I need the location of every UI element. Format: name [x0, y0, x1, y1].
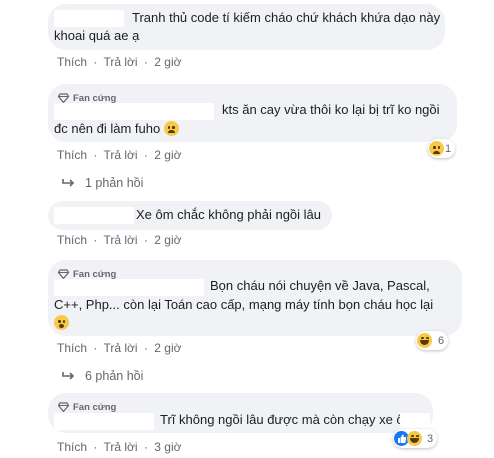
comment-text-line: Tranh thủ code tí kiếm cháo chứ khách kh… [132, 10, 441, 25]
comment-bubble-1: Tranh thủ code tí kiếm cháo chứ khách kh… [48, 4, 445, 50]
replies-label: 6 phản hồi [85, 369, 144, 383]
like-link[interactable]: Thích [57, 55, 87, 69]
replies-label: 1 phản hồi [85, 176, 144, 190]
separator: · [93, 55, 98, 69]
view-replies-link[interactable]: 6 phản hồi [62, 369, 143, 383]
like-link[interactable]: Thích [57, 148, 87, 162]
comment-text-line: Xe ôm chắc không phải ngồi lâu [136, 207, 322, 222]
reaction-summary[interactable]: 3 [393, 429, 438, 448]
reply-link[interactable]: Trả lời [103, 148, 137, 162]
reaction-summary[interactable]: 6 [416, 331, 449, 350]
badge-label: Fan cứng [73, 401, 117, 413]
reply-link[interactable]: Trả lời [103, 233, 137, 247]
timestamp-link[interactable]: 2 giờ [154, 233, 181, 247]
diamond-icon [58, 269, 69, 279]
timestamp-link[interactable]: 3 giờ [154, 440, 181, 454]
timestamp-link[interactable]: 2 giờ [154, 148, 181, 162]
comment-bubble-4: Fan cứng Bọn cháu nói chuyện về Java, Pa… [48, 260, 462, 336]
diamond-icon [58, 402, 69, 412]
reply-arrow-icon [62, 178, 75, 187]
like-link[interactable]: Thích [57, 440, 87, 454]
badge-label: Fan cứng [73, 268, 117, 280]
separator: · [93, 148, 98, 162]
comment-text-line: khoai quá ae ạ [54, 28, 140, 43]
diamond-icon [58, 93, 69, 103]
comment-actions: Thích · Trả lời · 2 giờ [57, 341, 181, 355]
reply-link[interactable]: Trả lời [103, 55, 137, 69]
comment-actions: Thích · Trả lời · 2 giờ [57, 233, 181, 247]
comment-actions: Thích · Trả lời · 2 giờ [57, 148, 181, 162]
like-link[interactable]: Thích [57, 341, 87, 355]
comment-text-line: C++, Php... còn lại Toán cao cấp, mạng m… [54, 297, 434, 312]
comment-text-line: Trĩ không ngồi lâu được mà còn chạy xe ô… [160, 412, 415, 427]
reaction-count: 6 [438, 334, 445, 347]
redacted-author-name [54, 413, 154, 430]
comment-actions: Thích · Trả lời · 2 giờ [57, 55, 181, 69]
separator: · [143, 440, 148, 454]
separator: · [93, 233, 98, 247]
separator: · [143, 148, 148, 162]
comment-text-line: kts ăn cay vừa thôi ko lại bị trĩ ko ngồ… [222, 102, 440, 117]
comment-text-line [54, 312, 69, 334]
top-fan-badge: Fan cứng [58, 400, 116, 414]
reply-arrow-icon [62, 371, 75, 380]
comment-text-line: đc nên đi làm fuho [54, 118, 179, 140]
cold-sweat-emoji-icon [54, 315, 69, 330]
reply-link[interactable]: Trả lời [103, 341, 137, 355]
separator: · [93, 440, 98, 454]
comment-bubble-3: Xe ôm chắc không phải ngồi lâu [48, 201, 332, 230]
like-link[interactable]: Thích [57, 233, 87, 247]
separator: · [143, 341, 148, 355]
separator: · [93, 341, 98, 355]
view-replies-link[interactable]: 1 phản hồi [62, 176, 143, 190]
timestamp-link[interactable]: 2 giờ [154, 341, 181, 355]
redacted-text [400, 413, 430, 430]
haha-reaction-icon [407, 431, 422, 446]
badge-label: Fan cứng [73, 92, 117, 104]
comment-bubble-2: Fan cứng kts ăn cay vừa thôi ko lại bị t… [48, 84, 457, 142]
separator: · [143, 55, 148, 69]
separator: · [143, 233, 148, 247]
reaction-summary[interactable]: 1 [428, 139, 456, 158]
haha-reaction-icon [417, 333, 432, 348]
reply-link[interactable]: Trả lời [103, 440, 137, 454]
sad-reaction-icon [429, 141, 444, 156]
timestamp-link[interactable]: 2 giờ [154, 55, 181, 69]
sad-face-emoji-icon [163, 121, 179, 136]
comment-actions: Thích · Trả lời · 3 giờ [57, 440, 181, 454]
redacted-author-name [54, 207, 134, 224]
comment-bubble-5: Fan cứng Trĩ không ngồi lâu được mà còn … [48, 393, 433, 433]
reaction-count: 1 [445, 142, 452, 155]
reaction-count: 3 [427, 432, 434, 445]
